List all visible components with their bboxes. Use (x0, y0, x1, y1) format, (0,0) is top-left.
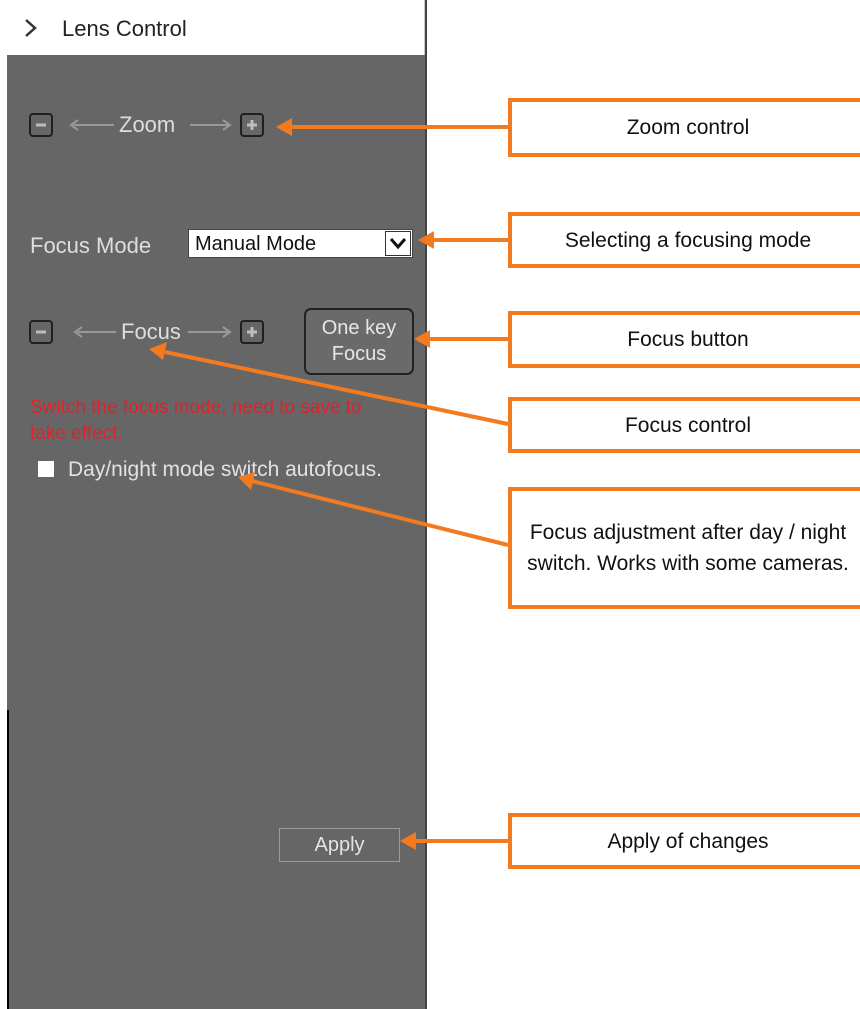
arrow-focus-control (149, 342, 509, 426)
arrow-zoom (276, 118, 508, 136)
callout-arrows (149, 118, 509, 850)
arrow-apply (400, 832, 508, 850)
arrow-focus-mode (418, 231, 508, 249)
arrow-day-night (238, 472, 509, 547)
arrow-focus-button (414, 330, 508, 348)
